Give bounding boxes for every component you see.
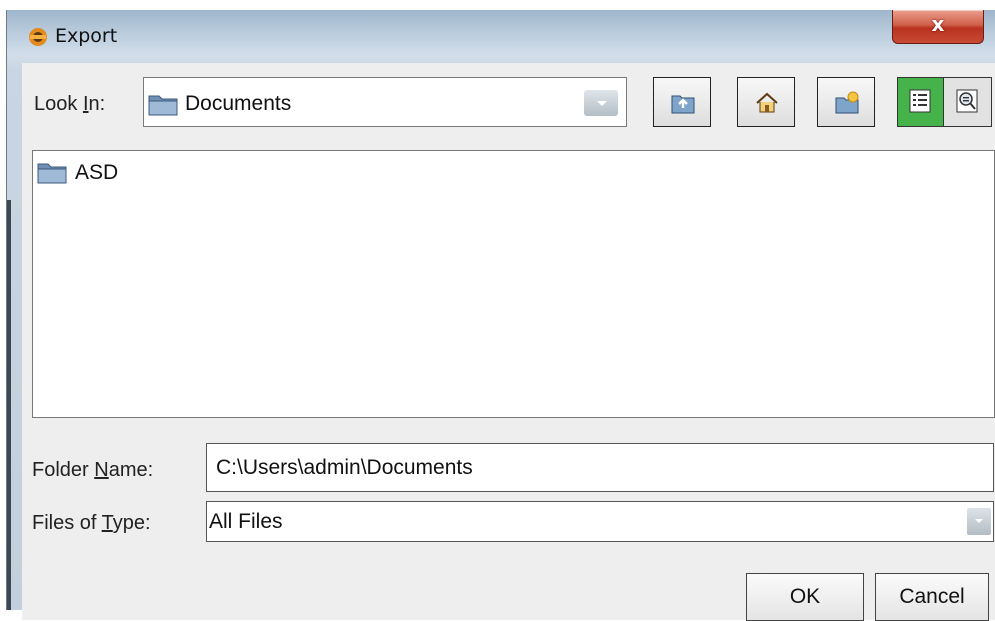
new-folder-button[interactable] <box>817 77 875 127</box>
view-toggle <box>897 77 992 127</box>
home-button[interactable] <box>737 77 795 127</box>
folder-name-label: Folder Name: <box>32 459 154 481</box>
close-button[interactable]: x <box>892 10 984 44</box>
look-in-label: Look In: <box>34 93 106 115</box>
list-view-button[interactable] <box>898 78 944 126</box>
chevron-down-icon[interactable] <box>967 508 991 535</box>
folder-icon <box>148 95 178 116</box>
frame-edge-left <box>7 200 11 610</box>
new-folder-icon <box>835 91 859 114</box>
folder-name-value: C:\Users\admin\Documents <box>216 456 473 479</box>
folder-name-input[interactable]: C:\Users\admin\Documents <box>206 443 994 492</box>
ok-button[interactable]: OK <box>746 573 864 621</box>
home-icon <box>756 92 778 113</box>
files-of-type-combobox[interactable]: All Files <box>206 501 994 542</box>
list-item-label: ASD <box>75 161 119 184</box>
files-of-type-label: Files of Type: <box>32 512 151 534</box>
chevron-down-icon[interactable] <box>584 90 618 116</box>
look-in-selected-value: Documents <box>185 92 292 115</box>
close-icon: x <box>931 12 945 36</box>
details-view-button[interactable] <box>944 78 991 126</box>
files-of-type-value: All Files <box>209 510 283 533</box>
file-list-pane[interactable]: ASD <box>32 150 995 418</box>
folder-icon <box>37 163 67 184</box>
cancel-button[interactable]: Cancel <box>875 573 989 621</box>
app-logo-icon <box>29 28 47 46</box>
look-in-combobox[interactable]: Documents <box>143 77 627 127</box>
export-dialog-window: Export x Look In: Documents ASD Folder N… <box>6 10 995 621</box>
folder-up-icon <box>671 95 695 114</box>
dialog-client-area: Look In: Documents ASD Folder Name: C:\U… <box>22 63 995 621</box>
up-one-level-button[interactable] <box>653 77 711 127</box>
dialog-title: Export <box>55 25 118 47</box>
details-view-icon <box>956 89 978 113</box>
list-view-icon <box>909 89 931 113</box>
